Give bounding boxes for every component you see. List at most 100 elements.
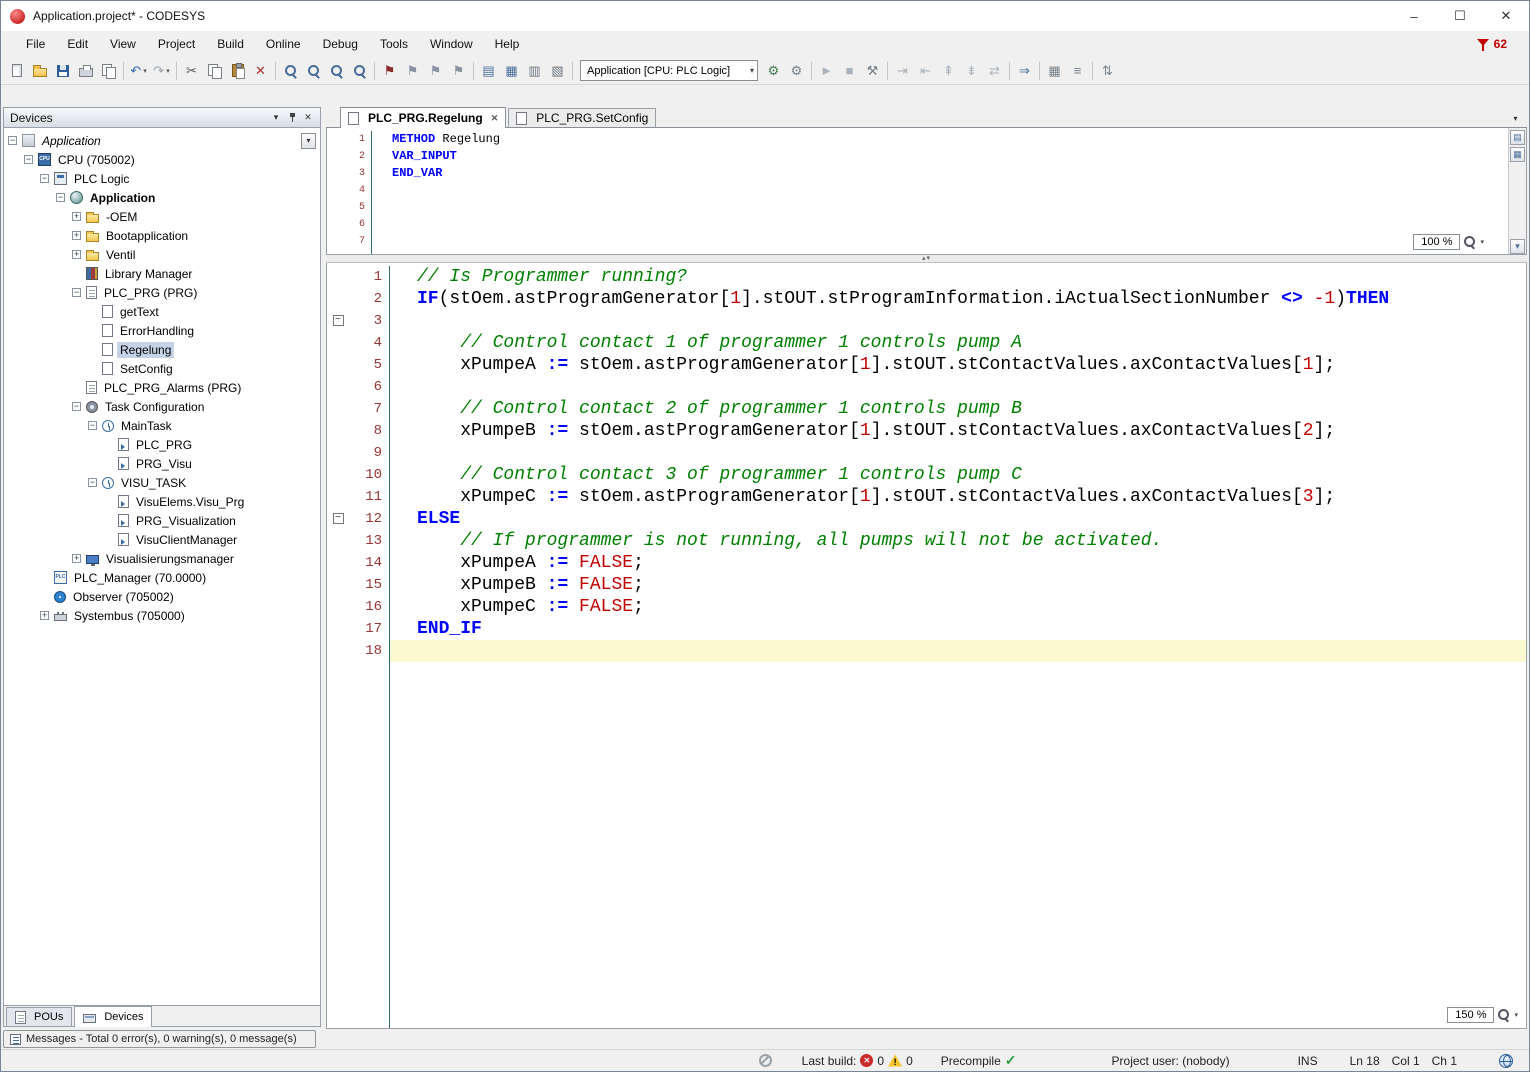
code-text[interactable]: END_IF: [389, 618, 1526, 640]
new-project-button[interactable]: [5, 59, 28, 82]
menu-file[interactable]: File: [15, 33, 56, 55]
generate-code-button[interactable]: ⚙: [785, 59, 808, 82]
zoom-magnifier-icon[interactable]: [1497, 1008, 1511, 1022]
code-text[interactable]: xPumpeC := FALSE;: [389, 596, 1526, 618]
language-globe-icon[interactable]: [1499, 1054, 1513, 1068]
device-selector-dropdown[interactable]: ▾: [301, 133, 316, 149]
flow-control-button[interactable]: ⇅: [1096, 59, 1119, 82]
code-text[interactable]: [371, 199, 1526, 216]
tab-close-icon[interactable]: ✕: [491, 113, 499, 124]
tree-item-prg-visu[interactable]: PRG_Visu: [4, 454, 320, 473]
code-text[interactable]: [389, 640, 1526, 662]
cut-button[interactable]: ✂: [180, 59, 203, 82]
menu-build[interactable]: Build: [206, 33, 255, 55]
minus-expander-icon[interactable]: −: [72, 288, 81, 297]
menu-window[interactable]: Window: [419, 33, 484, 55]
tab-plc-prg-setconfig[interactable]: PLC_PRG.SetConfig: [508, 108, 656, 127]
messages-view-button[interactable]: ▤: [477, 59, 500, 82]
replace-button[interactable]: [325, 59, 348, 82]
zoom-magnifier-icon[interactable]: [1463, 235, 1477, 249]
find-in-project-button[interactable]: [348, 59, 371, 82]
reset-warm-button[interactable]: ⇄: [983, 59, 1006, 82]
breakpoints-list-button[interactable]: ▦: [1043, 59, 1066, 82]
watch-view-button[interactable]: ▦: [500, 59, 523, 82]
zoom-dropdown-icon[interactable]: ▾: [1480, 238, 1484, 246]
menu-help[interactable]: Help: [484, 33, 531, 55]
minus-expander-icon[interactable]: −: [40, 174, 49, 183]
panel-pin-button[interactable]: [284, 110, 300, 125]
tree-item-cpu-705002[interactable]: −CPUCPU (705002): [4, 150, 320, 169]
panel-dropdown-button[interactable]: ▾: [268, 110, 284, 125]
redo-button[interactable]: ↷▾: [150, 59, 173, 82]
tree-item-plc-prg-prg[interactable]: −PLC_PRG (PRG): [4, 283, 320, 302]
tree-item-prg-visualization[interactable]: PRG_Visualization: [4, 511, 320, 530]
tree-item-regelung[interactable]: Regelung: [4, 340, 320, 359]
properties-view-button[interactable]: ▧: [546, 59, 569, 82]
plus-expander-icon[interactable]: +: [72, 212, 81, 221]
code-text[interactable]: [389, 310, 1526, 332]
close-button[interactable]: ✕: [1483, 1, 1529, 31]
active-application-combo[interactable]: Application [CPU: PLC Logic]▾: [580, 60, 758, 81]
find-next-button[interactable]: [302, 59, 325, 82]
plus-expander-icon[interactable]: +: [72, 554, 81, 563]
declaration-tableview-button[interactable]: ▦: [1510, 147, 1525, 162]
filter-funnel-icon[interactable]: [1477, 38, 1490, 51]
declaration-zoom-value[interactable]: 100 %: [1413, 234, 1460, 250]
scroll-down-button[interactable]: ▾: [1510, 239, 1525, 254]
next-bookmark-button[interactable]: ⚑: [401, 59, 424, 82]
clear-bookmarks-button[interactable]: ⚑: [447, 59, 470, 82]
tree-item-observer-705002[interactable]: Observer (705002): [4, 587, 320, 606]
fold-collapse-icon[interactable]: −: [333, 315, 344, 326]
delete-button[interactable]: ✕: [249, 59, 272, 82]
undo-button[interactable]: ↶▾: [127, 59, 150, 82]
code-text[interactable]: [389, 662, 1526, 1028]
minus-expander-icon[interactable]: −: [88, 478, 97, 487]
declaration-textview-button[interactable]: ▤: [1510, 130, 1525, 145]
code-text[interactable]: [371, 182, 1526, 199]
copy-button[interactable]: [203, 59, 226, 82]
plus-expander-icon[interactable]: +: [40, 611, 49, 620]
panel-close-button[interactable]: ✕: [300, 110, 316, 125]
minus-expander-icon[interactable]: −: [88, 421, 97, 430]
tree-item-gettext[interactable]: getText: [4, 302, 320, 321]
code-text[interactable]: [371, 216, 1526, 233]
save-project-button[interactable]: [51, 59, 74, 82]
code-text[interactable]: IF(stOem.astProgramGenerator[1].stOUT.st…: [389, 288, 1526, 310]
stop-button[interactable]: ■: [838, 59, 861, 82]
print-button[interactable]: [74, 59, 97, 82]
code-text[interactable]: [389, 442, 1526, 464]
tab-plc-prg-regelung[interactable]: PLC_PRG.Regelung✕: [340, 107, 506, 128]
menu-tools[interactable]: Tools: [369, 33, 419, 55]
maximize-button[interactable]: ☐: [1437, 1, 1483, 31]
body-zoom-value[interactable]: 150 %: [1447, 1007, 1494, 1023]
code-text[interactable]: // Is Programmer running?: [389, 266, 1526, 288]
tree-item-systembus-705000[interactable]: +Systembus (705000): [4, 606, 320, 625]
code-text[interactable]: [371, 250, 1526, 254]
code-text[interactable]: METHOD Regelung: [371, 131, 1526, 148]
code-text[interactable]: // Control contact 1 of programmer 1 con…: [389, 332, 1526, 354]
code-text[interactable]: [389, 376, 1526, 398]
tree-item-errorhandling[interactable]: ErrorHandling: [4, 321, 320, 340]
panel-tab-pous[interactable]: POUs: [6, 1007, 72, 1026]
tree-item-visualisierungsmanager[interactable]: +Visualisierungsmanager: [4, 549, 320, 568]
editor-splitter[interactable]: ▴▾: [326, 255, 1527, 263]
tab-list-dropdown-icon[interactable]: ▾: [1508, 111, 1523, 125]
tree-item-visuelems-visu-prg[interactable]: VisuElems.Visu_Prg: [4, 492, 320, 511]
code-text[interactable]: [371, 233, 1526, 250]
tree-item-setconfig[interactable]: SetConfig: [4, 359, 320, 378]
tree-item-maintask[interactable]: −MainTask: [4, 416, 320, 435]
step-out-button[interactable]: ⇞: [937, 59, 960, 82]
panel-tab-devices[interactable]: Devices: [74, 1006, 152, 1027]
previous-bookmark-button[interactable]: ⚑: [424, 59, 447, 82]
code-text[interactable]: xPumpeC := stOem.astProgramGenerator[1].…: [389, 486, 1526, 508]
splitter-handle-icon[interactable]: ▴▾: [922, 255, 931, 262]
tree-item-oem[interactable]: +-OEM: [4, 207, 320, 226]
run-to-cursor-button[interactable]: ⇒: [1013, 59, 1036, 82]
find-button[interactable]: [279, 59, 302, 82]
plus-expander-icon[interactable]: +: [72, 250, 81, 259]
fold-collapse-icon[interactable]: −: [333, 513, 344, 524]
insert-mode-indicator[interactable]: INS: [1298, 1054, 1318, 1068]
tree-item-visu-task[interactable]: −VISU_TASK: [4, 473, 320, 492]
paste-button[interactable]: [226, 59, 249, 82]
minus-expander-icon[interactable]: −: [24, 155, 33, 164]
